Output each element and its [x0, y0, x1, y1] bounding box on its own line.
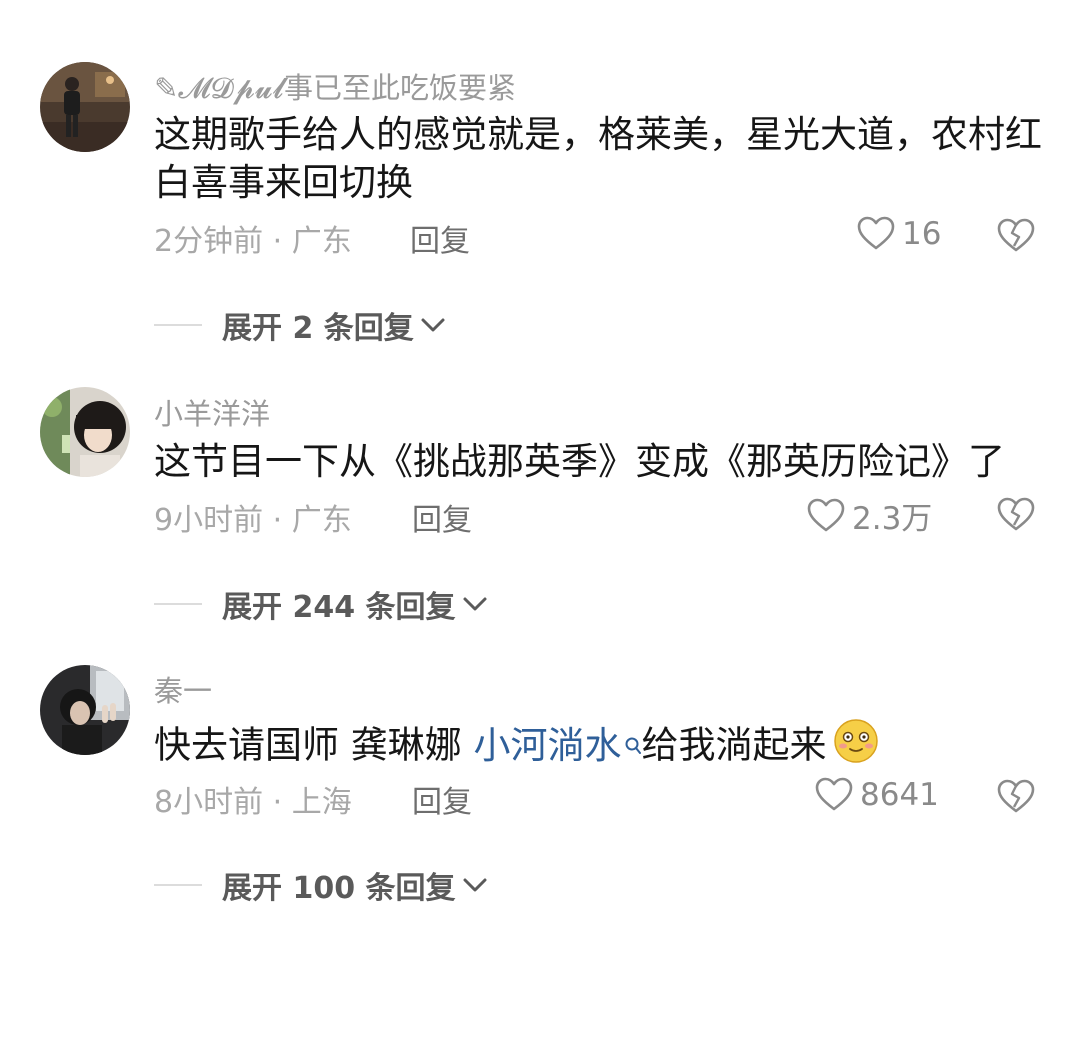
divider: [154, 884, 202, 886]
dislike-button[interactable]: [996, 495, 1036, 535]
like-count: 16: [902, 216, 942, 252]
comment-text: 这期歌手给人的感觉就是，格莱美，星光大道，农村红白喜事来回切换: [154, 113, 1042, 204]
like-button[interactable]: 16: [856, 214, 941, 254]
comment-meta: 8小时前 · 上海: [154, 777, 352, 821]
separator: ·: [272, 785, 283, 820]
comment-text-before: 快去请国师 龚琳娜: [154, 723, 474, 767]
separator: ·: [272, 503, 283, 538]
heart-icon: [814, 775, 854, 815]
divider: [154, 603, 202, 605]
avatar[interactable]: [40, 665, 130, 755]
like-count: 2.3万: [852, 501, 933, 537]
chevron-down-icon: [420, 308, 446, 343]
expand-label: 展开 100 条回复: [222, 871, 456, 906]
broken-heart-icon: [996, 216, 1036, 256]
avatar[interactable]: [40, 62, 130, 152]
comment-meta: 2分钟前 · 广东: [154, 216, 352, 260]
mention-label: 小河淌水: [473, 723, 622, 767]
like-count: 8641: [860, 777, 939, 813]
separator: ·: [272, 224, 283, 259]
location: 广东: [291, 503, 352, 538]
location: 广东: [291, 224, 352, 259]
chevron-down-icon: [462, 868, 488, 903]
broken-heart-icon: [996, 495, 1036, 535]
comment-meta: 9小时前 · 广东: [154, 495, 352, 539]
expand-replies-button[interactable]: 展开 100 条回复: [154, 863, 488, 907]
heart-icon: [856, 214, 896, 254]
blushing-smile-emoji-icon: [831, 718, 881, 776]
expand-label: 展开 244 条回复: [222, 590, 456, 625]
timestamp: 2分钟前: [154, 224, 264, 259]
dislike-button[interactable]: [996, 216, 1036, 256]
expand-replies-button[interactable]: 展开 244 条回复: [154, 582, 488, 626]
expand-replies-button[interactable]: 展开 2 条回复: [154, 303, 446, 347]
dislike-button[interactable]: [996, 777, 1036, 817]
search-icon: [624, 720, 642, 768]
reply-button[interactable]: 回复: [412, 495, 472, 539]
comment-text: 这节目一下从《挑战那英季》变成《那英历险记》了: [154, 440, 1005, 483]
avatar[interactable]: [40, 387, 130, 477]
like-button[interactable]: 8641: [814, 775, 939, 815]
username[interactable]: 秦一: [154, 668, 212, 710]
comment-text: 快去请国师 龚琳娜 小河淌水 给我淌起来: [154, 718, 1044, 776]
reply-button[interactable]: 回复: [410, 216, 470, 260]
broken-heart-icon: [996, 777, 1036, 817]
timestamp: 8小时前: [154, 785, 264, 820]
divider: [154, 324, 202, 326]
chevron-down-icon: [462, 587, 488, 622]
search-keyword-link[interactable]: 小河淌水: [474, 724, 642, 767]
heart-icon: [806, 496, 846, 536]
timestamp: 9小时前: [154, 503, 264, 538]
comment-text-after: 给我淌起来: [641, 723, 827, 767]
expand-label: 展开 2 条回复: [222, 311, 414, 346]
like-button[interactable]: 2.3万: [806, 493, 932, 538]
username[interactable]: 小羊洋洋: [154, 391, 270, 433]
location: 上海: [291, 785, 352, 820]
username[interactable]: ✎𝓜𝓓𝓹𝓾𝓵事已至此吃饭要紧: [154, 65, 516, 107]
reply-button[interactable]: 回复: [412, 777, 472, 821]
